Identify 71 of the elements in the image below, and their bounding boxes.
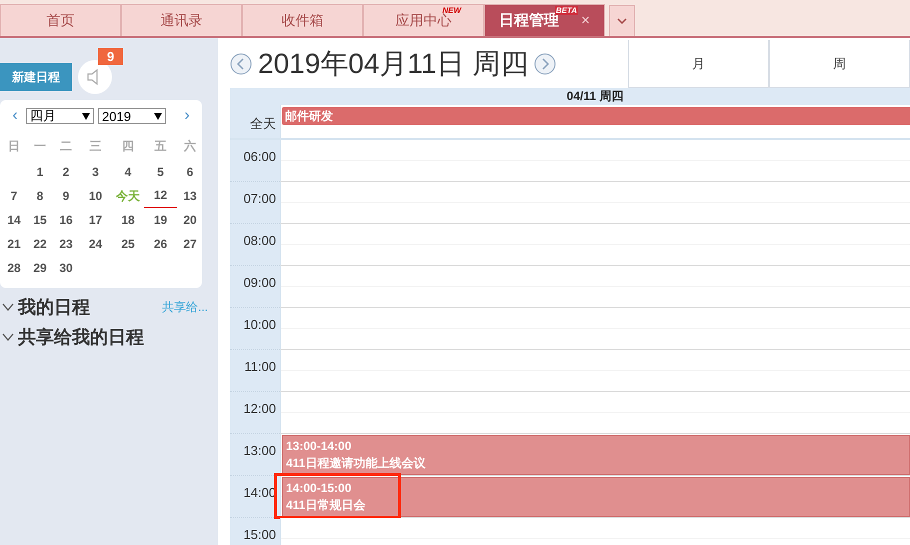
view-tab[interactable]: 月 [628,40,769,88]
day-header: 04/11 周四 [230,88,910,105]
all-day-label: 全天 [230,105,280,138]
calendar-day[interactable]: 14 [1,208,27,232]
calendar-day[interactable]: 22 [27,232,53,256]
calendar-day[interactable]: 17 [79,208,112,232]
calendar-day[interactable]: 4 [112,160,144,184]
weekday-label: 五 [154,138,168,155]
calendar-day[interactable]: 3 [79,160,112,184]
hour-label: 10:00 [230,308,280,350]
calendar-day[interactable]: 23 [53,232,79,256]
calendar-day[interactable]: 18 [112,208,144,232]
section-title[interactable]: 我的日程 [18,295,162,319]
hour-label: 08:00 [230,224,280,266]
weekday-label: 四 [121,138,135,155]
nav-tab[interactable]: 通讯录 [121,4,242,36]
calendar-day[interactable]: 7 [1,184,27,208]
calendar-day[interactable]: 8 [27,184,53,208]
tab-superscript: NEW [442,6,461,15]
hour-label: 06:00 [230,140,280,182]
hour-label: 12:00 [230,392,280,434]
calendar-day[interactable]: 19 [144,208,177,232]
speaker-icon[interactable] [78,60,112,94]
calendar-day[interactable]: 15 [27,208,53,232]
calendar-day[interactable]: 16 [53,208,79,232]
close-icon[interactable]: × [581,12,590,29]
hour-label: 13:00 [230,434,280,476]
calendar-day[interactable]: 28 [1,256,27,280]
notification-count: 9 [98,48,124,65]
calendar-day[interactable]: 24 [79,232,112,256]
weekday-label: 日 [7,138,21,155]
nav-tab[interactable]: 收件箱 [242,4,363,36]
calendar-day[interactable]: 12 [144,184,177,208]
view-tab[interactable]: 周 [769,40,910,88]
calendar-day[interactable]: 30 [53,256,79,280]
chevron-icon[interactable] [2,332,14,342]
calendar-day[interactable]: 9 [53,184,79,208]
nav-tab[interactable]: 应用中心 NEW [363,4,484,36]
calendar-day[interactable]: 25 [112,232,144,256]
calendar-day[interactable]: 13 [177,184,203,208]
calendar-day[interactable]: 1 [27,160,53,184]
month-select[interactable]: 四月 [26,108,94,124]
hour-label: 09:00 [230,266,280,308]
weekday-label: 六 [182,138,197,155]
calendar-day[interactable]: 20 [177,208,203,232]
calendar-day[interactable]: 6 [177,160,203,184]
nav-tab[interactable]: 首页 [0,4,121,36]
weekday-label: 三 [88,138,102,155]
hour-label: 11:00 [230,350,280,392]
more-tabs-button[interactable] [609,5,635,36]
year-select[interactable]: 2019 [98,108,166,124]
calendar-day[interactable]: 10 [79,184,112,208]
hour-label: 07:00 [230,182,280,224]
weekday-label: 二 [59,138,73,155]
calendar-day[interactable]: 26 [144,232,177,256]
calendar-day[interactable]: 2 [53,160,79,184]
calendar-day[interactable]: 27 [177,232,203,256]
date-title: 2019年04月11日 周四 [258,47,528,81]
dropdown-arrow-icon[interactable] [82,112,90,120]
calendar-day[interactable]: 5 [144,160,177,184]
tab-superscript: BETA [554,6,578,15]
weekday-label: 一 [33,138,47,155]
calendar-day[interactable]: 21 [1,232,27,256]
next-day-button[interactable] [534,53,556,75]
dropdown-arrow-icon[interactable] [154,112,162,120]
section-title[interactable]: 共享给我的日程 [18,325,218,349]
previous-day-button[interactable] [230,53,252,75]
calendar-day[interactable]: 29 [27,256,53,280]
chevron-icon[interactable] [2,302,14,312]
hour-label: 15:00 [230,518,280,545]
caret-icon[interactable] [617,18,627,24]
